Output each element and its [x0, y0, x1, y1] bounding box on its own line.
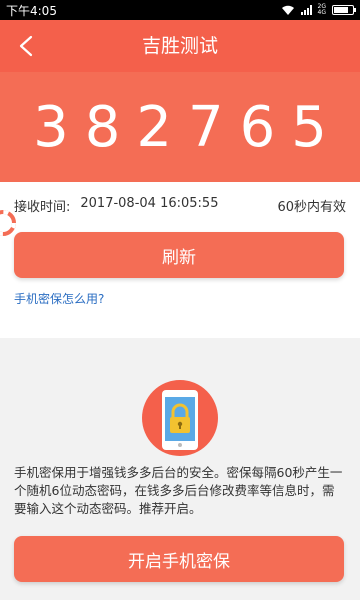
receive-time-value: 2017-08-04 16:05:55: [80, 196, 219, 211]
signal-icon: [300, 5, 312, 15]
page-title: 吉胜测试: [141, 35, 218, 57]
back-button[interactable]: [8, 28, 44, 64]
receive-time-row: 接收时间: 2017-08-04 16:05:55 60秒内有效: [14, 196, 346, 215]
status-time: 下午4:05: [6, 3, 57, 18]
refresh-button[interactable]: 刷新: [14, 232, 344, 278]
dynamic-code: 382765: [33, 94, 343, 160]
phone-lock-icon: [142, 380, 218, 456]
chevron-left-icon: [19, 35, 33, 57]
network-label: 2G 4G: [317, 3, 326, 16]
wifi-icon: [281, 5, 294, 15]
battery-icon: [332, 5, 356, 15]
app-header: 吉胜测试: [0, 20, 360, 72]
info-description: 手机密保用于增强钱多多后台的安全。密保每隔60秒产生一个随机6位动态密码，在钱多…: [14, 465, 343, 516]
status-icons: 2G 4G: [281, 3, 356, 16]
validity-text: 60秒内有效: [277, 200, 346, 215]
dynamic-code-panel: 382765: [0, 72, 360, 182]
enable-security-button[interactable]: 开启手机密保: [14, 536, 344, 582]
help-link[interactable]: 手机密保怎么用?: [14, 290, 104, 307]
receive-time-label: 接收时间:: [14, 200, 71, 215]
status-bar: 下午4:05 2G 4G: [0, 0, 360, 20]
